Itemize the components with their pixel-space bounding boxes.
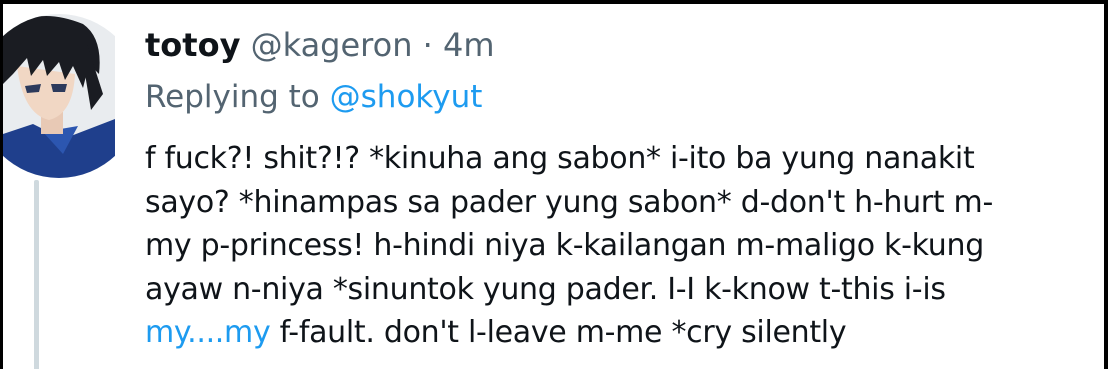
- tweet-text-line: ayaw n-niya *sinuntok yung pader. I-I k-…: [145, 271, 946, 307]
- tweet-text-line: my p-princess! h-hindi niya k-kailangan …: [145, 228, 984, 263]
- timestamp[interactable]: 4m: [443, 26, 495, 64]
- tweet-header: totoy @kageron · 4m: [145, 24, 495, 66]
- separator-dot: ·: [422, 26, 433, 64]
- tweet-text-line-last: my....my f-fault. don't l-leave m-me *cr…: [145, 311, 1100, 355]
- tweet-card[interactable]: totoy @kageron · 4m Replying to @shokyut…: [0, 0, 1108, 369]
- tweet-text-line: f fuck?! shit?!? *kinuha ang sabon* i-it…: [145, 141, 975, 176]
- tweet-text-tail: f-fault. don't l-leave m-me *cry silentl…: [270, 315, 847, 350]
- anime-avatar-icon: [3, 14, 115, 178]
- tweet-text: f fuck?! shit?!? *kinuha ang sabon* i-it…: [145, 137, 1100, 355]
- thread-line: [34, 180, 39, 369]
- avatar[interactable]: [3, 14, 115, 178]
- handle[interactable]: @kageron: [251, 26, 413, 64]
- display-name[interactable]: totoy: [145, 26, 240, 64]
- replying-mention-link[interactable]: @shokyut: [330, 79, 483, 115]
- tweet-text-line: sayo? *hinampas sa pader yung sabon* d-d…: [145, 184, 993, 220]
- replying-to: Replying to @shokyut: [145, 76, 482, 118]
- hashtag-link[interactable]: my....my: [145, 315, 271, 350]
- replying-prefix: Replying to: [145, 79, 320, 115]
